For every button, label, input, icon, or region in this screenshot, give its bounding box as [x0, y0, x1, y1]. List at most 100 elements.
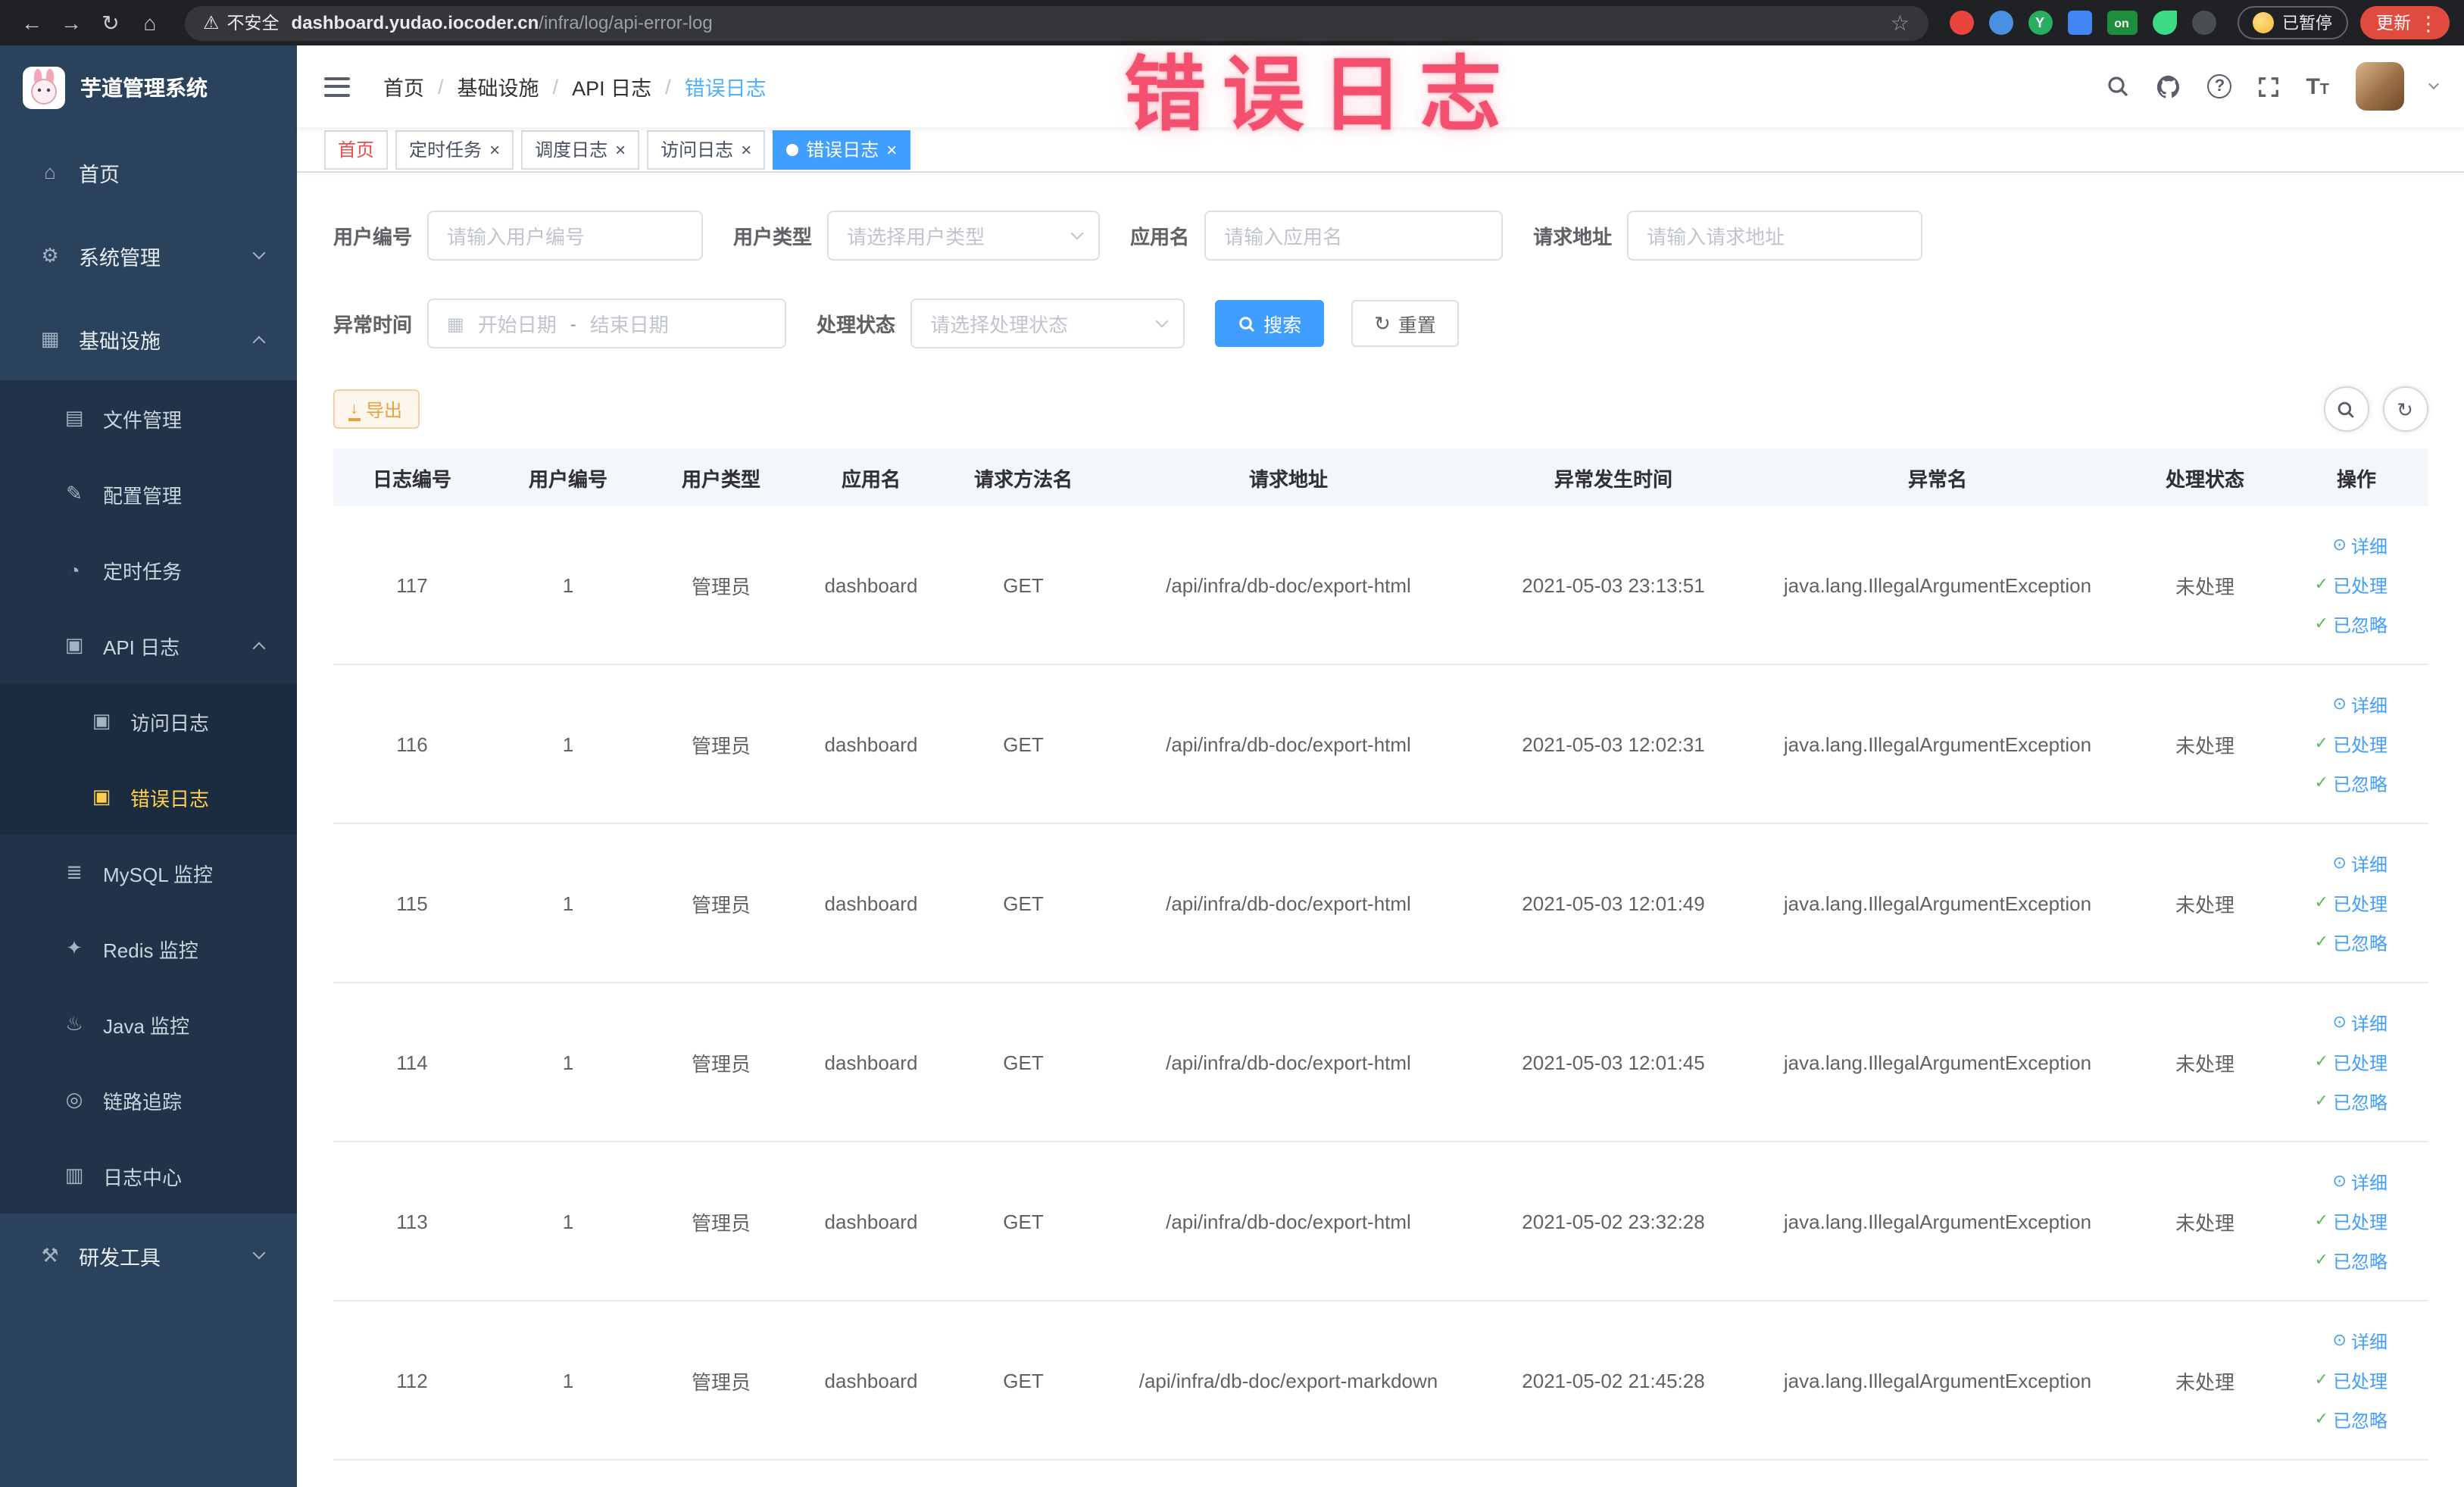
- row-actions: ⊙ 详细 ✓ 已处理 ✓ 已忽略: [2286, 1162, 2427, 1280]
- sidebar-item-redis-monitor[interactable]: ✦ Redis 监控: [0, 911, 297, 986]
- extension-icon-grid[interactable]: [2067, 11, 2091, 35]
- action-processed-link[interactable]: ✓ 已处理: [2315, 1042, 2387, 1082]
- tab-error-logs[interactable]: 错误日志 ×: [773, 130, 911, 169]
- extension-icon-y[interactable]: Y: [2028, 11, 2052, 35]
- action-processed-link[interactable]: ✓ 已处理: [2315, 1201, 2387, 1241]
- action-processed-link[interactable]: ✓ 已处理: [2315, 1360, 2387, 1400]
- request-url-input[interactable]: 请输入请求地址: [1627, 211, 1923, 261]
- security-indicator[interactable]: ⚠ 不安全: [203, 11, 280, 35]
- sidebar-item-log-center[interactable]: ▥ 日志中心: [0, 1138, 297, 1214]
- extension-icon-on[interactable]: on: [2106, 11, 2137, 35]
- cell-status: 未处理: [2175, 575, 2234, 598]
- sidebar-item-dev-tools[interactable]: ⚒ 研发工具: [0, 1214, 297, 1297]
- cell-app_name: dashboard: [824, 733, 918, 755]
- action-detail-link[interactable]: ⊙ 详细: [2333, 1003, 2387, 1042]
- action-ignored-link[interactable]: ✓ 已忽略: [2315, 1082, 2387, 1121]
- action-ignored-link[interactable]: ✓ 已忽略: [2315, 604, 2387, 644]
- action-ignored-link[interactable]: ✓ 已忽略: [2315, 764, 2387, 803]
- close-tab-icon[interactable]: ×: [886, 140, 897, 158]
- sidebar-item-infrastructure[interactable]: ▦ 基础设施: [0, 297, 297, 380]
- profile-paused-chip[interactable]: 已暂停: [2237, 6, 2347, 39]
- home-icon[interactable]: ⌂: [133, 6, 167, 39]
- sidebar-item-error-logs[interactable]: ▣ 错误日志: [0, 759, 297, 835]
- sidebar-item-file-management[interactable]: ▤ 文件管理: [0, 380, 297, 456]
- redis-icon: ✦: [66, 936, 83, 959]
- action-processed-link[interactable]: ✓ 已处理: [2315, 883, 2387, 923]
- font-size-icon[interactable]: TT: [2306, 75, 2329, 98]
- search-button[interactable]: 搜索: [1215, 300, 1325, 347]
- user-avatar[interactable]: [2355, 62, 2403, 111]
- user-type-select[interactable]: 请选择用户类型: [827, 211, 1101, 261]
- chevron-down-icon: [252, 1245, 266, 1259]
- sidebar-item-api-logs[interactable]: ▣ API 日志: [0, 608, 297, 683]
- help-icon[interactable]: ?: [2207, 74, 2232, 98]
- refresh-button[interactable]: ↻: [2382, 386, 2428, 432]
- chevron-down-icon[interactable]: [2427, 77, 2439, 89]
- tab-access-logs[interactable]: 访问日志 ×: [647, 130, 766, 169]
- extensions-area: Y on: [1940, 11, 2225, 35]
- action-detail-link[interactable]: ⊙ 详细: [2333, 844, 2387, 883]
- check-icon: ✓: [2314, 1052, 2328, 1070]
- forward-icon[interactable]: →: [55, 6, 88, 39]
- browser-update-button[interactable]: 更新 ⋮: [2359, 6, 2449, 39]
- app-name-input[interactable]: 请输入应用名: [1204, 211, 1504, 261]
- cell-time: 2021-05-02 23:32:28: [1522, 1210, 1705, 1232]
- address-bar[interactable]: ⚠ 不安全 dashboard.yudao.iocoder.cn/infra/l…: [185, 5, 1928, 40]
- cell-user_type: 管理员: [691, 734, 751, 757]
- chevron-down-icon: [252, 245, 266, 259]
- breadcrumb-item[interactable]: 首页: [383, 71, 424, 102]
- collapse-sidebar-icon[interactable]: [324, 77, 350, 96]
- action-ignored-link[interactable]: ✓ 已忽略: [2315, 923, 2387, 962]
- tab-home[interactable]: 首页: [324, 130, 389, 169]
- reload-icon[interactable]: ↻: [94, 6, 127, 39]
- tab-scheduled-tasks[interactable]: 定时任务 ×: [395, 130, 514, 169]
- check-icon: ✓: [2314, 1092, 2328, 1110]
- action-processed-link[interactable]: ✓ 已处理: [2315, 724, 2387, 764]
- sidebar-item-system-management[interactable]: ⚙ 系统管理: [0, 214, 297, 297]
- sidebar-item-config-management[interactable]: ✎ 配置管理: [0, 456, 297, 532]
- breadcrumb-item[interactable]: API 日志: [572, 71, 651, 102]
- sidebar-item-java-monitor[interactable]: ♨ Java 监控: [0, 986, 297, 1062]
- row-actions: ⊙ 详细 ✓ 已处理 ✓ 已忽略: [2286, 844, 2427, 962]
- reset-button[interactable]: ↻ 重置: [1351, 300, 1459, 347]
- action-ignored-link[interactable]: ✓ 已忽略: [2315, 1400, 2387, 1439]
- extension-icon-red[interactable]: [1949, 11, 1973, 35]
- github-icon[interactable]: [2156, 73, 2181, 99]
- close-tab-icon[interactable]: ×: [489, 140, 500, 158]
- breadcrumb-item[interactable]: 基础设施: [458, 71, 539, 102]
- action-ignored-link[interactable]: ✓ 已忽略: [2315, 1241, 2387, 1280]
- sidebar-item-home[interactable]: ⌂ 首页: [0, 130, 297, 214]
- menu-kebab-icon[interactable]: ⋮: [2419, 13, 2438, 33]
- user-id-input[interactable]: 请输入用户编号: [427, 211, 704, 261]
- action-detail-link[interactable]: ⊙ 详细: [2333, 685, 2387, 724]
- action-detail-link[interactable]: ⊙ 详细: [2333, 526, 2387, 565]
- header-actions: ? TT: [2106, 62, 2439, 111]
- grid-icon: ▦: [40, 326, 60, 349]
- sidebar-item-mysql-monitor[interactable]: ≣ MySQL 监控: [0, 835, 297, 911]
- tab-schedule-logs[interactable]: 调度日志 ×: [521, 130, 640, 169]
- process-status-select[interactable]: 请选择处理状态: [910, 298, 1185, 348]
- export-button[interactable]: ↓ 导出: [333, 389, 420, 429]
- action-processed-link[interactable]: ✓ 已处理: [2315, 565, 2387, 604]
- sidebar-logo[interactable]: 芋道管理系统: [0, 45, 297, 130]
- url-text[interactable]: dashboard.yudao.iocoder.cn/infra/log/api…: [292, 12, 713, 33]
- action-detail-link[interactable]: ⊙ 详细: [2333, 1321, 2387, 1360]
- search-icon[interactable]: [2106, 74, 2130, 98]
- sidebar-item-access-logs[interactable]: ▣ 访问日志: [0, 683, 297, 759]
- close-tab-icon[interactable]: ×: [615, 140, 626, 158]
- back-icon[interactable]: ←: [15, 6, 48, 39]
- bookmark-star-icon[interactable]: ☆: [1891, 10, 1910, 36]
- date-range-picker[interactable]: ▦ 开始日期 - 结束日期: [427, 298, 787, 348]
- sidebar-item-link-trace[interactable]: ◎ 链路追踪: [0, 1062, 297, 1138]
- filter-user-id: 用户编号 请输入用户编号: [333, 211, 704, 261]
- screen: ← → ↻ ⌂ ⚠ 不安全 dashboard.yudao.iocoder.cn…: [0, 0, 2464, 1487]
- close-tab-icon[interactable]: ×: [741, 140, 751, 158]
- extension-icon-leaf[interactable]: [2152, 11, 2176, 35]
- sidebar-item-scheduled-tasks[interactable]: ◔ 定时任务: [0, 532, 297, 608]
- extension-icon-blue[interactable]: [1988, 11, 2013, 35]
- hide-search-button[interactable]: [2323, 386, 2369, 432]
- action-detail-link[interactable]: ⊙ 详细: [2333, 1162, 2387, 1201]
- extension-icon-paw[interactable]: [2191, 11, 2216, 35]
- fullscreen-icon[interactable]: [2257, 75, 2280, 98]
- cell-id: 115: [396, 892, 428, 914]
